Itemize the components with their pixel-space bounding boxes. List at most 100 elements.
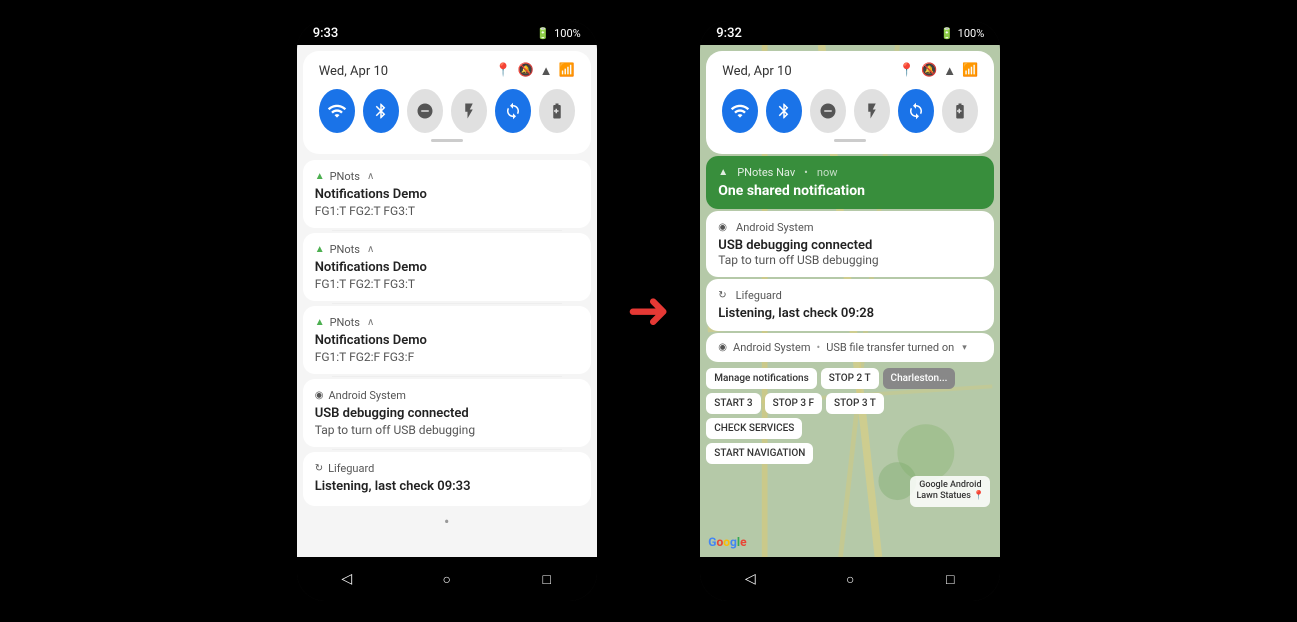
pnotes-green-header: ▲ PNotes Nav • now	[718, 166, 982, 179]
notif-body-2: FG1:T FG2:T FG3:T	[315, 277, 579, 291]
recents-button-left[interactable]: □	[531, 563, 563, 595]
home-button-right[interactable]: ○	[834, 563, 866, 595]
left-quick-settings: Wed, Apr 10 📍 🔕 ▲ 📶	[303, 51, 591, 154]
battery-saver-tile[interactable]	[539, 89, 575, 133]
map-buttons-row2: CHECK SERVICES	[706, 418, 994, 439]
left-nav-bar: ◁ ○ □	[297, 557, 597, 601]
home-button-left[interactable]: ○	[431, 563, 463, 595]
chevron-2: ∧	[367, 244, 374, 255]
start-3-btn[interactable]: START 3	[706, 393, 760, 414]
back-button-right[interactable]: ◁	[734, 563, 766, 595]
usb-file-transfer-text: USB file transfer turned on	[826, 341, 954, 354]
wifi-tile[interactable]	[319, 89, 355, 133]
divider-4	[332, 449, 562, 450]
chevron-1: ∧	[367, 171, 374, 182]
map-buttons-row0: Manage notifications STOP 2 T Charleston…	[706, 368, 994, 389]
left-date: Wed, Apr 10	[319, 64, 388, 79]
pnotes-nav-dot: •	[804, 166, 808, 179]
flashlight-tile[interactable]	[451, 89, 487, 133]
notif-card-lifeguard-left[interactable]: ↻ Lifeguard Listening, last check 09:33	[303, 452, 591, 506]
usb-body-right: Tap to turn off USB debugging	[718, 253, 982, 267]
divider-2	[332, 303, 562, 304]
pnotes-nav-icon: ▲	[718, 167, 728, 178]
lifeguard-app-right: Lifeguard	[736, 289, 782, 302]
divider-1	[332, 230, 562, 231]
lifeguard-notif-right[interactable]: ↻ Lifeguard Listening, last check 09:28	[706, 279, 994, 331]
pnotes-green-notif[interactable]: ▲ PNotes Nav • now One shared notificati…	[706, 156, 994, 209]
r-mute-icon: 🔕	[921, 63, 937, 79]
charleston-btn[interactable]: Charleston...	[883, 368, 956, 389]
r-bluetooth-tile[interactable]	[766, 89, 802, 133]
divider-3	[332, 376, 562, 377]
right-arrow-icon: ➜	[627, 285, 671, 337]
notif-card-usb[interactable]: ◉ Android System USB debugging connected…	[303, 379, 591, 447]
lifeguard-icon-left: ↻	[315, 463, 323, 474]
recents-button-right[interactable]: □	[934, 563, 966, 595]
map-place-label: Google AndroidLawn Statues 📍	[910, 476, 990, 507]
pnotes-nav-title: One shared notification	[718, 183, 982, 199]
notif-card-2[interactable]: ▲ PNots ∧ Notifications Demo FG1:T FG2:T…	[303, 233, 591, 301]
stop-3-f-btn[interactable]: STOP 3 F	[765, 393, 822, 414]
notif-title-lifeguard-left: Listening, last check 09:33	[315, 479, 579, 494]
android-system-app-right: Android System	[736, 221, 813, 234]
pnots-icon-2: ▲	[315, 244, 325, 255]
r-dnd-tile[interactable]	[810, 89, 846, 133]
sync-tile[interactable]	[495, 89, 531, 133]
left-status-icons: 🔋 100%	[536, 27, 580, 40]
right-date-icons: 📍 🔕 ▲ 📶	[899, 63, 978, 79]
lifeguard-title-right: Listening, last check 09:28	[718, 306, 982, 321]
location-icon: 📍	[495, 63, 511, 79]
pnotes-nav-app: PNotes Nav	[737, 166, 795, 179]
stop-3-t-btn[interactable]: STOP 3 T	[826, 393, 884, 414]
left-date-icons: 📍 🔕 ▲ 📶	[495, 63, 574, 79]
notif-title-3: Notifications Demo	[315, 333, 579, 348]
bluetooth-tile[interactable]	[363, 89, 399, 133]
stop-2-t-btn[interactable]: STOP 2 T	[821, 368, 879, 389]
right-date: Wed, Apr 10	[722, 64, 791, 79]
r-flashlight-tile[interactable]	[854, 89, 890, 133]
notif-card-3[interactable]: ▲ PNots ∧ Notifications Demo FG1:T FG2:F…	[303, 306, 591, 374]
dropdown-chevron[interactable]: ▾	[962, 343, 967, 353]
more-dot: •	[303, 508, 591, 535]
notif-app-3: PNots	[330, 316, 360, 329]
signal-icon: 📶	[559, 63, 575, 79]
right-battery-pct: 100%	[958, 27, 985, 40]
notif-card-1[interactable]: ▲ PNots ∧ Notifications Demo FG1:T FG2:T…	[303, 160, 591, 228]
left-status-bar: 9:33 🔋 100%	[297, 21, 597, 45]
check-services-btn[interactable]: CHECK SERVICES	[706, 418, 802, 439]
google-logo: Google	[708, 535, 746, 549]
dnd-tile[interactable]	[407, 89, 443, 133]
r-wifi-icon: ▲	[943, 63, 956, 79]
manage-notifications-btn[interactable]: Manage notifications	[706, 368, 816, 389]
mute-icon: 🔕	[517, 63, 533, 79]
left-date-row: Wed, Apr 10 📍 🔕 ▲ 📶	[319, 63, 575, 79]
notif-app-lifeguard-left: Lifeguard	[328, 462, 374, 475]
left-battery-pct: 100%	[554, 27, 581, 40]
left-quick-tiles	[319, 89, 575, 133]
android-system-header-right: ◉ Android System	[718, 221, 982, 234]
notif-app-1: PNots	[330, 170, 360, 183]
right-status-icons: 🔋 100%	[940, 27, 984, 40]
notif-header-lifeguard-left: ↻ Lifeguard	[315, 462, 579, 475]
right-quick-settings: Wed, Apr 10 📍 🔕 ▲ 📶	[706, 51, 994, 154]
right-status-bar: 9:32 🔋 100%	[700, 21, 1000, 45]
left-notification-panel: Wed, Apr 10 📍 🔕 ▲ 📶	[297, 45, 597, 557]
start-navigation-btn[interactable]: START NAVIGATION	[706, 443, 813, 464]
notif-title-usb: USB debugging connected	[315, 406, 579, 421]
right-nav-bar: ◁ ○ □	[700, 557, 1000, 601]
left-time: 9:33	[313, 26, 339, 41]
android-footer-icon: ◉	[718, 342, 727, 353]
r-wifi-tile[interactable]	[722, 89, 758, 133]
r-battery-saver-tile[interactable]	[942, 89, 978, 133]
pnots-icon-3: ▲	[315, 317, 325, 328]
notif-body-1: FG1:T FG2:T FG3:T	[315, 204, 579, 218]
usb-file-transfer-footer[interactable]: ◉ Android System • USB file transfer tur…	[706, 333, 994, 362]
notif-body-usb: Tap to turn off USB debugging	[315, 423, 579, 437]
android-system-notif-right[interactable]: ◉ Android System USB debugging connected…	[706, 211, 994, 277]
r-sync-tile[interactable]	[898, 89, 934, 133]
right-phone: 9:32 🔋 100%	[700, 21, 1000, 601]
wifi-status-icon: ▲	[540, 63, 553, 79]
usb-title-right: USB debugging connected	[718, 238, 982, 253]
back-button-left[interactable]: ◁	[331, 563, 363, 595]
notif-body-3: FG1:T FG2:F FG3:F	[315, 350, 579, 364]
